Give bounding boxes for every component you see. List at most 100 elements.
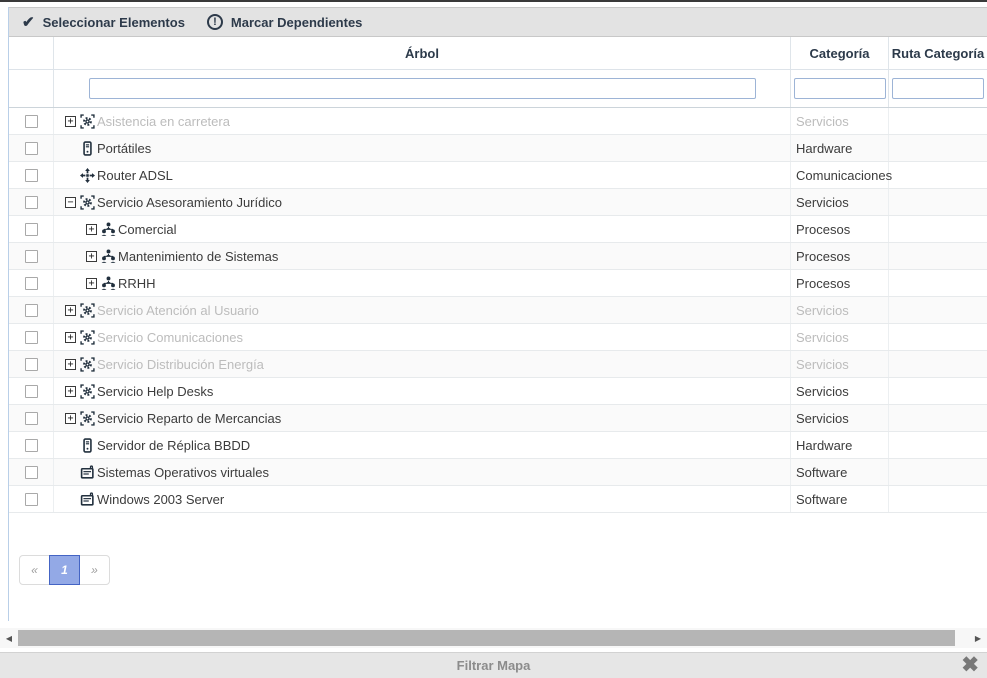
tree-filter-input[interactable] (89, 78, 756, 99)
close-icon[interactable]: ✖ (961, 654, 979, 675)
expand-icon[interactable]: + (65, 305, 76, 316)
row-checkbox[interactable] (25, 142, 38, 155)
filter-row (9, 70, 987, 108)
select-elements-button[interactable]: ✔ Seleccionar Elementos (22, 15, 185, 30)
tree-cell: Router ADSL (54, 162, 791, 188)
expand-icon[interactable]: + (65, 116, 76, 127)
row-checkbox[interactable] (25, 385, 38, 398)
header-category-column[interactable]: Categoría (791, 37, 889, 69)
expand-icon[interactable]: + (86, 278, 97, 289)
tree-item-label[interactable]: Servicio Reparto de Mercancias (97, 411, 281, 426)
pagination-page-1-button[interactable]: 1 (49, 555, 80, 585)
table-row: Router ADSLComunicaciones (9, 162, 987, 189)
tree-item-label[interactable]: Servicio Asesoramiento Jurídico (97, 195, 282, 210)
footer-bar: Filtrar Mapa ✖ (0, 652, 987, 678)
tree-cell: + Mantenimiento de Sistemas (54, 243, 791, 269)
expand-icon[interactable]: + (86, 251, 97, 262)
row-checkbox[interactable] (25, 169, 38, 182)
category-path-cell (889, 297, 987, 323)
table-row: + Servicio Help Desks Servicios (9, 378, 987, 405)
tree-cell: + Servicio Comunicaciones (54, 324, 791, 350)
row-checkbox[interactable] (25, 493, 38, 506)
service-icon (79, 356, 95, 372)
tree-item-label[interactable]: Servicio Atención al Usuario (97, 303, 259, 318)
table-row: +Servicio Distribución EnergíaServicios (9, 351, 987, 378)
tree-item-label[interactable]: Comercial (118, 222, 177, 237)
category-path-cell (889, 216, 987, 242)
tree-item-label[interactable]: Portátiles (97, 141, 151, 156)
tree-item-label[interactable]: RRHH (118, 276, 156, 291)
expand-icon[interactable]: + (86, 224, 97, 235)
service-icon (79, 302, 95, 318)
row-checkbox[interactable] (25, 466, 38, 479)
table-row: +ComercialProcesos (9, 216, 987, 243)
scroll-right-arrow-icon[interactable]: ▶ (971, 631, 985, 645)
tree-item-label[interactable]: Mantenimiento de Sistemas (118, 249, 278, 264)
filter-checkbox-cell (9, 70, 54, 107)
comms-icon (79, 167, 95, 183)
category-cell: Servicios (791, 378, 889, 404)
tree-item-label[interactable]: Router ADSL (97, 168, 173, 183)
row-checkbox-cell (9, 243, 54, 269)
row-checkbox[interactable] (25, 250, 38, 263)
header-checkbox-column (9, 37, 54, 69)
table-row: + Servicio Atención al Usuario Servicios (9, 297, 987, 324)
row-checkbox[interactable] (25, 223, 38, 236)
table-row: Sistemas Operativos virtualesSoftware (9, 459, 987, 486)
header-category-path-column[interactable]: Ruta Categoría (889, 37, 987, 69)
process-icon (100, 275, 116, 291)
collapse-icon[interactable]: − (65, 197, 76, 208)
category-cell: Servicios (791, 297, 889, 323)
horizontal-scrollbar[interactable]: ◀ ▶ (0, 628, 987, 648)
row-checkbox[interactable] (25, 331, 38, 344)
row-checkbox[interactable] (25, 277, 38, 290)
tree-cell: + Comercial (54, 216, 791, 242)
service-icon (79, 113, 95, 129)
expand-icon[interactable]: + (65, 386, 76, 397)
hardware-icon (79, 140, 95, 156)
header-tree-column[interactable]: Árbol (54, 37, 791, 69)
table-header: Árbol Categoría Ruta Categoría (9, 37, 987, 70)
mark-dependents-label: Marcar Dependientes (231, 15, 363, 30)
row-checkbox[interactable] (25, 196, 38, 209)
row-checkbox[interactable] (25, 115, 38, 128)
scroll-left-arrow-icon[interactable]: ◀ (2, 631, 16, 645)
category-filter-input[interactable] (794, 78, 886, 99)
table-row: Servidor de Réplica BBDD Hardware (9, 432, 987, 459)
table-row: +RRHHProcesos (9, 270, 987, 297)
table-row: −Servicio Asesoramiento JurídicoServicio… (9, 189, 987, 216)
row-checkbox[interactable] (25, 412, 38, 425)
row-checkbox[interactable] (25, 304, 38, 317)
category-cell: Software (791, 486, 889, 512)
table-row: + Mantenimiento de Sistemas Procesos (9, 243, 987, 270)
horizontal-scrollbar-thumb[interactable] (18, 630, 955, 646)
category-cell: Servicios (791, 405, 889, 431)
expand-icon[interactable]: + (65, 413, 76, 424)
pagination-next-button[interactable]: » (79, 555, 110, 585)
tree-item-label[interactable]: Sistemas Operativos virtuales (97, 465, 269, 480)
tree-item-label[interactable]: Asistencia en carretera (97, 114, 230, 129)
row-checkbox-cell (9, 162, 54, 188)
expand-icon[interactable]: + (65, 332, 76, 343)
category-cell: Hardware (791, 432, 889, 458)
category-cell: Procesos (791, 243, 889, 269)
tree-item-label[interactable]: Servicio Distribución Energía (97, 357, 264, 372)
category-path-filter-input[interactable] (892, 78, 984, 99)
pagination: « 1 » (19, 555, 110, 585)
category-path-cell (889, 270, 987, 296)
window-top-border (0, 0, 987, 2)
tree-item-label[interactable]: Servicio Help Desks (97, 384, 213, 399)
row-checkbox[interactable] (25, 439, 38, 452)
tree-item-label[interactable]: Windows 2003 Server (97, 492, 224, 507)
pagination-prev-button[interactable]: « (19, 555, 50, 585)
mark-dependents-button[interactable]: ! Marcar Dependientes (207, 14, 363, 30)
expand-icon[interactable]: + (65, 359, 76, 370)
checkmark-icon: ✔ (22, 15, 35, 30)
select-elements-label: Seleccionar Elementos (43, 15, 185, 30)
row-checkbox-cell (9, 432, 54, 458)
category-cell: Hardware (791, 135, 889, 161)
row-checkbox[interactable] (25, 358, 38, 371)
service-icon (79, 410, 95, 426)
tree-item-label[interactable]: Servicio Comunicaciones (97, 330, 243, 345)
tree-item-label[interactable]: Servidor de Réplica BBDD (97, 438, 250, 453)
